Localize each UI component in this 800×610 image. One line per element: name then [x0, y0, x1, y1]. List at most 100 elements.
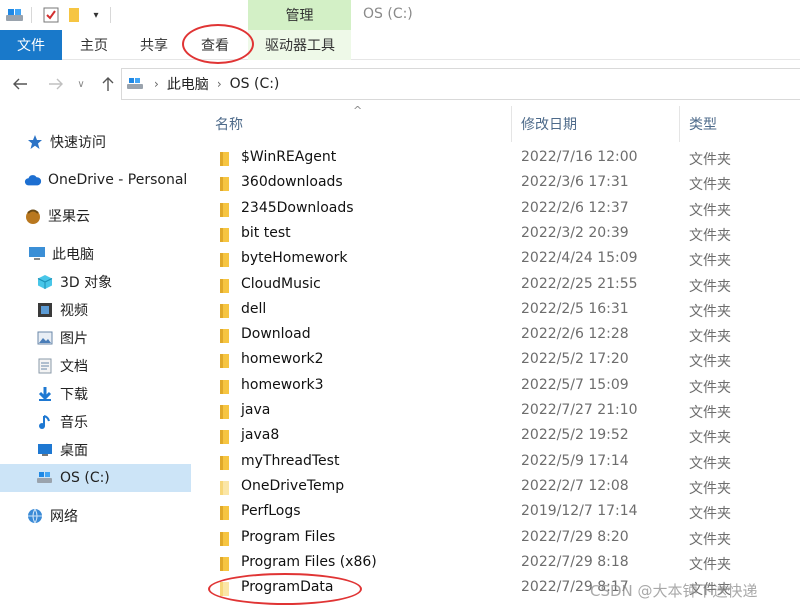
file-row[interactable]: 2345Downloads 2022/2/6 12:37 文件夹 [193, 197, 800, 222]
sidebar-item-jianguoyun[interactable]: 坚果云 [0, 202, 191, 230]
file-row[interactable]: PerfLogs 2019/12/7 17:14 文件夹 [193, 500, 800, 525]
sidebar-item-label: 音乐 [60, 415, 88, 431]
title-bar: ▾ 管理 OS (C:) [0, 0, 800, 30]
customize-toolbar-icon[interactable]: ▾ [88, 6, 104, 24]
file-row[interactable]: Program Files 2022/7/29 8:20 文件夹 [193, 526, 800, 551]
file-name: CloudMusic [241, 275, 321, 292]
file-row[interactable]: bit test 2022/3/2 20:39 文件夹 [193, 222, 800, 247]
tab-view[interactable]: 查看 [188, 30, 242, 60]
file-name: homework2 [241, 351, 324, 368]
sidebar-item-os-c[interactable]: OS (C:) [0, 464, 191, 492]
folder-icon [219, 480, 231, 495]
file-row[interactable]: dell 2022/2/5 16:31 文件夹 [193, 298, 800, 323]
sidebar-item-label: 桌面 [60, 443, 88, 459]
file-date-modified: 2022/5/9 17:14 [521, 452, 629, 469]
recent-locations-icon[interactable]: ∨ [74, 74, 88, 94]
file-row[interactable]: java8 2022/5/2 19:52 文件夹 [193, 424, 800, 449]
file-date-modified: 2022/7/16 12:00 [521, 149, 638, 165]
back-arrow-icon[interactable] [10, 74, 30, 94]
sidebar-item-3d-objects[interactable]: 3D 对象 [0, 268, 191, 296]
column-date-modified[interactable]: 修改日期 [521, 106, 577, 142]
file-row[interactable]: $WinREAgent 2022/7/16 12:00 文件夹 [193, 146, 800, 171]
file-row[interactable]: Program Files (x86) 2022/7/29 8:18 文件夹 [193, 551, 800, 576]
file-row[interactable]: 360downloads 2022/3/6 17:31 文件夹 [193, 171, 800, 196]
file-type: 文件夹 [689, 227, 731, 244]
file-name: Program Files [241, 528, 336, 545]
column-name[interactable]: 名称 [215, 106, 243, 142]
properties-icon[interactable] [40, 6, 62, 24]
drive-window-icon[interactable] [4, 6, 26, 24]
file-type: 文件夹 [689, 354, 731, 371]
drive-icon [126, 77, 150, 91]
file-row[interactable]: CloudMusic 2022/2/25 21:55 文件夹 [193, 273, 800, 298]
folder-icon [219, 531, 231, 546]
sidebar-item-label: OS (C:) [60, 470, 110, 486]
new-folder-icon[interactable] [64, 6, 84, 24]
file-row[interactable]: homework2 2022/5/2 17:20 文件夹 [193, 348, 800, 373]
navigation-bar: ∨ › 此电脑 › OS (C:) [0, 62, 800, 106]
file-type: 文件夹 [689, 177, 731, 194]
file-date-modified: 2022/3/2 20:39 [521, 224, 629, 241]
sidebar-item-music[interactable]: 音乐 [0, 408, 191, 436]
file-name: bit test [241, 224, 291, 241]
sidebar-item-desktop[interactable]: 桌面 [0, 436, 191, 464]
folder-icon [219, 329, 231, 344]
file-name: byteHomework [241, 250, 348, 267]
toolbar-separator [31, 7, 32, 23]
folder-icon [219, 430, 231, 445]
breadcrumb-chevron-icon[interactable]: › [154, 77, 159, 91]
sidebar-item-downloads[interactable]: 下载 [0, 380, 191, 408]
sidebar-item-onedrive[interactable]: OneDrive - Personal [0, 166, 191, 194]
tab-home[interactable]: 主页 [68, 30, 120, 60]
file-date-modified: 2022/5/2 17:20 [521, 351, 629, 368]
folder-icon [219, 556, 231, 571]
column-divider[interactable] [679, 106, 680, 142]
file-name: 2345Downloads [241, 199, 354, 216]
breadcrumb-os-c[interactable]: OS (C:) [230, 76, 280, 92]
sidebar-item-pictures[interactable]: 图片 [0, 324, 191, 352]
ribbon-tabs: 文件 主页 共享 查看 驱动器工具 [0, 30, 800, 60]
tab-file[interactable]: 文件 [0, 30, 62, 60]
file-name: Program Files (x86) [241, 553, 377, 570]
file-type: 文件夹 [689, 303, 731, 320]
file-row[interactable]: OneDriveTemp 2022/2/7 12:08 文件夹 [193, 475, 800, 500]
sidebar-item-documents[interactable]: 文档 [0, 352, 191, 380]
breadcrumb-this-pc[interactable]: 此电脑 [167, 74, 209, 94]
folder-icon [219, 582, 231, 597]
sidebar-item-quick-access[interactable]: 快速访问 [0, 128, 191, 156]
file-type: 文件夹 [689, 556, 731, 573]
sidebar-item-this-pc[interactable]: 此电脑 [0, 240, 191, 268]
folder-icon [219, 227, 231, 242]
column-divider[interactable] [511, 106, 512, 142]
file-date-modified: 2022/7/29 8:20 [521, 528, 629, 545]
file-row[interactable]: myThreadTest 2022/5/9 17:14 文件夹 [193, 450, 800, 475]
sidebar-item-label: 网络 [50, 509, 78, 525]
file-type: 文件夹 [689, 152, 731, 168]
file-name: Download [241, 326, 311, 343]
file-row[interactable]: byteHomework 2022/4/24 15:09 文件夹 [193, 247, 800, 272]
sidebar-item-videos[interactable]: 视频 [0, 296, 191, 324]
computer-icon [28, 245, 46, 263]
manage-context-tab[interactable]: 管理 [248, 0, 351, 30]
file-row[interactable]: Download 2022/2/6 12:28 文件夹 [193, 323, 800, 348]
star-icon [26, 133, 44, 151]
up-arrow-icon[interactable] [98, 74, 118, 94]
navigation-pane: 快速访问 OneDrive - Personal 坚果云 此电脑 3D 对象 视… [0, 106, 192, 610]
cloud-icon [24, 171, 42, 189]
file-row[interactable]: homework3 2022/5/7 15:09 文件夹 [193, 374, 800, 399]
file-date-modified: 2022/2/5 16:31 [521, 300, 629, 317]
tab-share[interactable]: 共享 [128, 30, 180, 60]
file-row[interactable]: java 2022/7/27 21:10 文件夹 [193, 399, 800, 424]
folder-icon [219, 253, 231, 268]
breadcrumb-chevron-icon[interactable]: › [217, 77, 222, 91]
sidebar-item-label: 下载 [60, 387, 88, 403]
tab-drive-tools[interactable]: 驱动器工具 [252, 30, 348, 60]
sidebar-item-label: 文档 [60, 359, 88, 375]
sidebar-item-network[interactable]: 网络 [0, 502, 191, 530]
column-type[interactable]: 类型 [689, 106, 717, 142]
file-date-modified: 2022/7/27 21:10 [521, 402, 638, 418]
address-bar[interactable]: › 此电脑 › OS (C:) [121, 68, 800, 100]
file-date-modified: 2022/2/25 21:55 [521, 275, 638, 292]
file-name: PerfLogs [241, 503, 301, 520]
forward-arrow-icon[interactable] [46, 74, 66, 94]
